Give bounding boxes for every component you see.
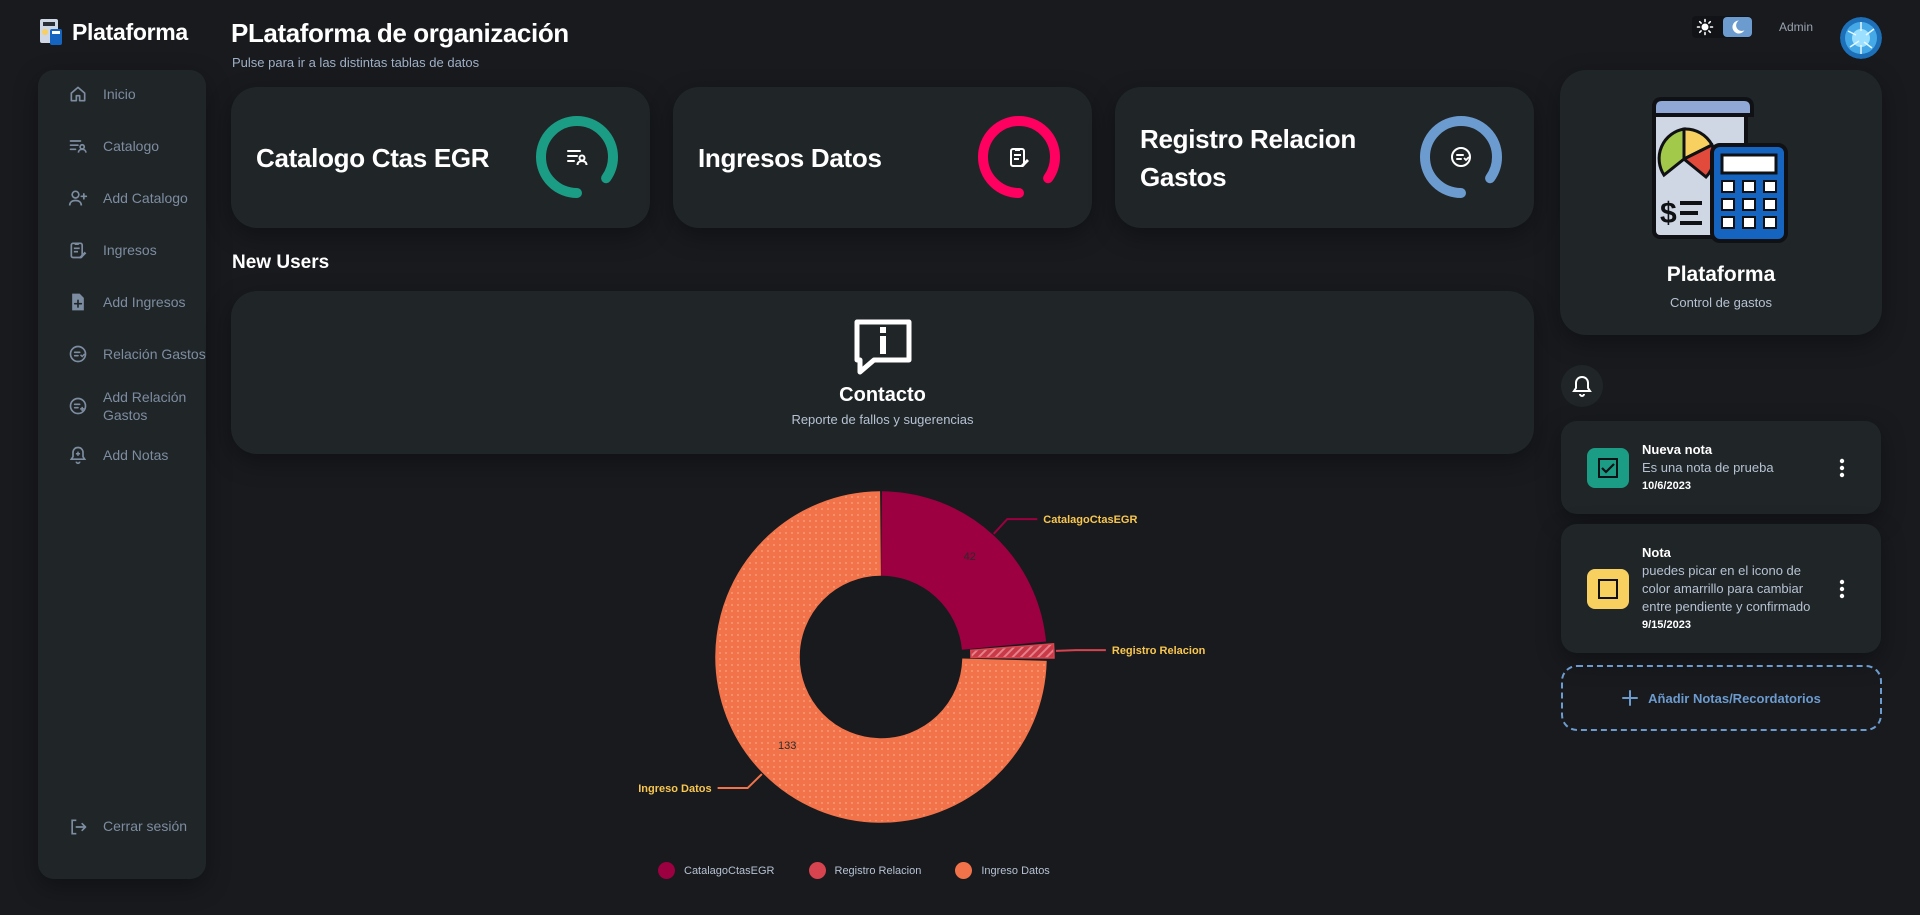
profile-role: Control de gastos (1670, 295, 1772, 310)
note-date: 10/6/2023 (1642, 480, 1691, 492)
sidebar-item-label: Add Notas (103, 447, 169, 463)
file-add-icon (72, 293, 84, 311)
brand-logo-icon (38, 18, 64, 46)
avatar[interactable] (1840, 17, 1882, 59)
note-title: Nota (1642, 545, 1671, 560)
note-status-toggle[interactable] (1587, 569, 1629, 609)
profile-name: Plataforma (1666, 263, 1776, 286)
note-card: Nueva nota Es una nota de prueba 10/6/20… (1561, 421, 1881, 514)
data-label: 42 (964, 551, 976, 563)
legend-label: CatalagoCtasEGR (684, 864, 775, 877)
leader-line (1055, 649, 1106, 652)
list-user-icon (567, 150, 588, 166)
chart-legend: CatalagoCtasEGR Registro Relacion Ingres… (658, 862, 1084, 879)
new-users-title: New Users (232, 252, 330, 273)
sidebar-item-add-notas[interactable]: Add Notas (38, 443, 206, 467)
add-note-button[interactable]: Añadir Notas/Recordatorios (1561, 665, 1882, 731)
category-label: Registro Relacion (1112, 645, 1206, 657)
category-label: Ingreso Datos (638, 783, 711, 795)
moon-icon (1732, 20, 1745, 34)
clipboard-edit-icon (1010, 148, 1029, 167)
sidebar-item-add-ingresos[interactable]: Add Ingresos (38, 290, 206, 314)
sidebar-item-add-catalogo[interactable]: Add Catalogo (38, 186, 206, 210)
contact-card[interactable]: Contacto Reporte de fallos y sugerencias (231, 291, 1534, 454)
card-registro-relacion-gastos[interactable]: Registro Relacion Gastos (1115, 87, 1534, 228)
calculator-report-icon: $ (1652, 97, 1788, 243)
donut-slice-catalagoctasegr[interactable] (881, 491, 1047, 650)
leader-line (993, 518, 1038, 535)
avatar-image (1840, 17, 1882, 59)
admin-label: Admin (1779, 20, 1814, 34)
more-vertical-icon[interactable] (1838, 579, 1846, 599)
theme-toggle[interactable] (1692, 16, 1752, 38)
leader-line (717, 773, 763, 790)
coin-icon (69, 345, 87, 363)
legend-item[interactable]: CatalagoCtasEGR (658, 862, 775, 879)
card-label: Registro Relacion Gastos (1140, 123, 1356, 192)
note-date: 9/15/2023 (1642, 619, 1691, 631)
note-card: Nota puedes picar en el icono de color a… (1561, 524, 1881, 653)
contact-title: Contacto (839, 384, 926, 406)
checkbox-checked-icon (1598, 458, 1618, 478)
home-icon (70, 86, 86, 102)
legend-swatch (658, 862, 675, 879)
donut-chart: 42 CatalagoCtasEGR Registro Relacion 133 Ing… (638, 491, 1206, 823)
brand-title: Plataforma (72, 18, 188, 45)
sidebar: Inicio Catalogo Add Catalogo Ingresos Ad… (38, 70, 206, 879)
sidebar-item-ingresos[interactable]: Ingresos (38, 238, 206, 262)
svg-text:$: $ (1660, 197, 1677, 230)
bell-add-icon (69, 446, 87, 465)
coin-add-icon (69, 397, 87, 415)
data-label: 133 (778, 740, 796, 752)
legend-swatch (955, 862, 973, 879)
page-title: PLataforma de organización (231, 18, 569, 48)
sidebar-item-relacion-gastos[interactable]: Relación Gastos (38, 342, 206, 366)
card-label: Ingresos Datos (698, 142, 882, 173)
moon-button[interactable] (1723, 17, 1752, 37)
coin-icon (1451, 147, 1471, 167)
sidebar-item-inicio[interactable]: Inicio (38, 82, 206, 106)
page-subtitle: Pulse para ir a las distintas tablas de … (232, 55, 480, 70)
notifications-button[interactable] (1561, 365, 1603, 407)
legend-label: Registro Relacion (834, 864, 922, 877)
sidebar-item-label: Relación Gastos (103, 346, 206, 362)
person-add-icon (68, 190, 88, 206)
clipboard-edit-icon (70, 242, 87, 259)
sidebar-item-label: Add Relación Gastos (103, 389, 187, 423)
sidebar-item-catalogo[interactable]: Catalogo (38, 134, 206, 158)
legend-label: Ingreso Datos (981, 864, 1050, 877)
sidebar-item-label: Catalogo (103, 138, 160, 154)
checkbox-empty-icon (1598, 579, 1618, 599)
legend-item[interactable]: Ingreso Datos (955, 862, 1050, 879)
sidebar-item-add-relacion-gastos[interactable]: Add Relación Gastos (38, 386, 206, 426)
note-status-toggle[interactable] (1587, 448, 1629, 488)
sidebar-item-label: Inicio (103, 86, 136, 102)
sidebar-item-label: Add Catalogo (103, 190, 188, 206)
logout-icon (71, 819, 87, 835)
legend-swatch (808, 862, 826, 879)
list-user-icon (69, 140, 87, 153)
legend-item[interactable]: Registro Relacion (808, 862, 922, 879)
logout-button[interactable]: Cerrar sesión (38, 815, 206, 839)
bell-icon (1572, 375, 1592, 397)
add-note-label: Añadir Notas/Recordatorios (1648, 690, 1821, 706)
card-ingresos-datos[interactable]: Ingresos Datos (673, 87, 1092, 228)
sidebar-item-label: Add Ingresos (103, 294, 186, 310)
card-label: Catalogo Ctas EGR (256, 142, 490, 173)
profile-card: $ Plataforma Control de gastos (1560, 70, 1882, 335)
note-body: puedes picar en el icono de color amarri… (1642, 563, 1811, 614)
plus-icon (1622, 690, 1639, 706)
contact-subtitle: Reporte de fallos y sugerencias (791, 412, 974, 427)
info-message-icon (854, 319, 912, 375)
brand: Plataforma (38, 16, 188, 48)
sun-icon[interactable] (1696, 18, 1714, 36)
sidebar-item-label: Ingresos (103, 242, 157, 258)
card-catalogo-ctas-egr[interactable]: Catalogo Ctas EGR (231, 87, 650, 228)
note-title: Nueva nota (1642, 442, 1713, 457)
note-body: Es una nota de prueba (1642, 460, 1774, 475)
more-vertical-icon[interactable] (1838, 458, 1846, 478)
logout-label: Cerrar sesión (103, 818, 188, 834)
category-label: CatalagoCtasEGR (1043, 514, 1137, 526)
